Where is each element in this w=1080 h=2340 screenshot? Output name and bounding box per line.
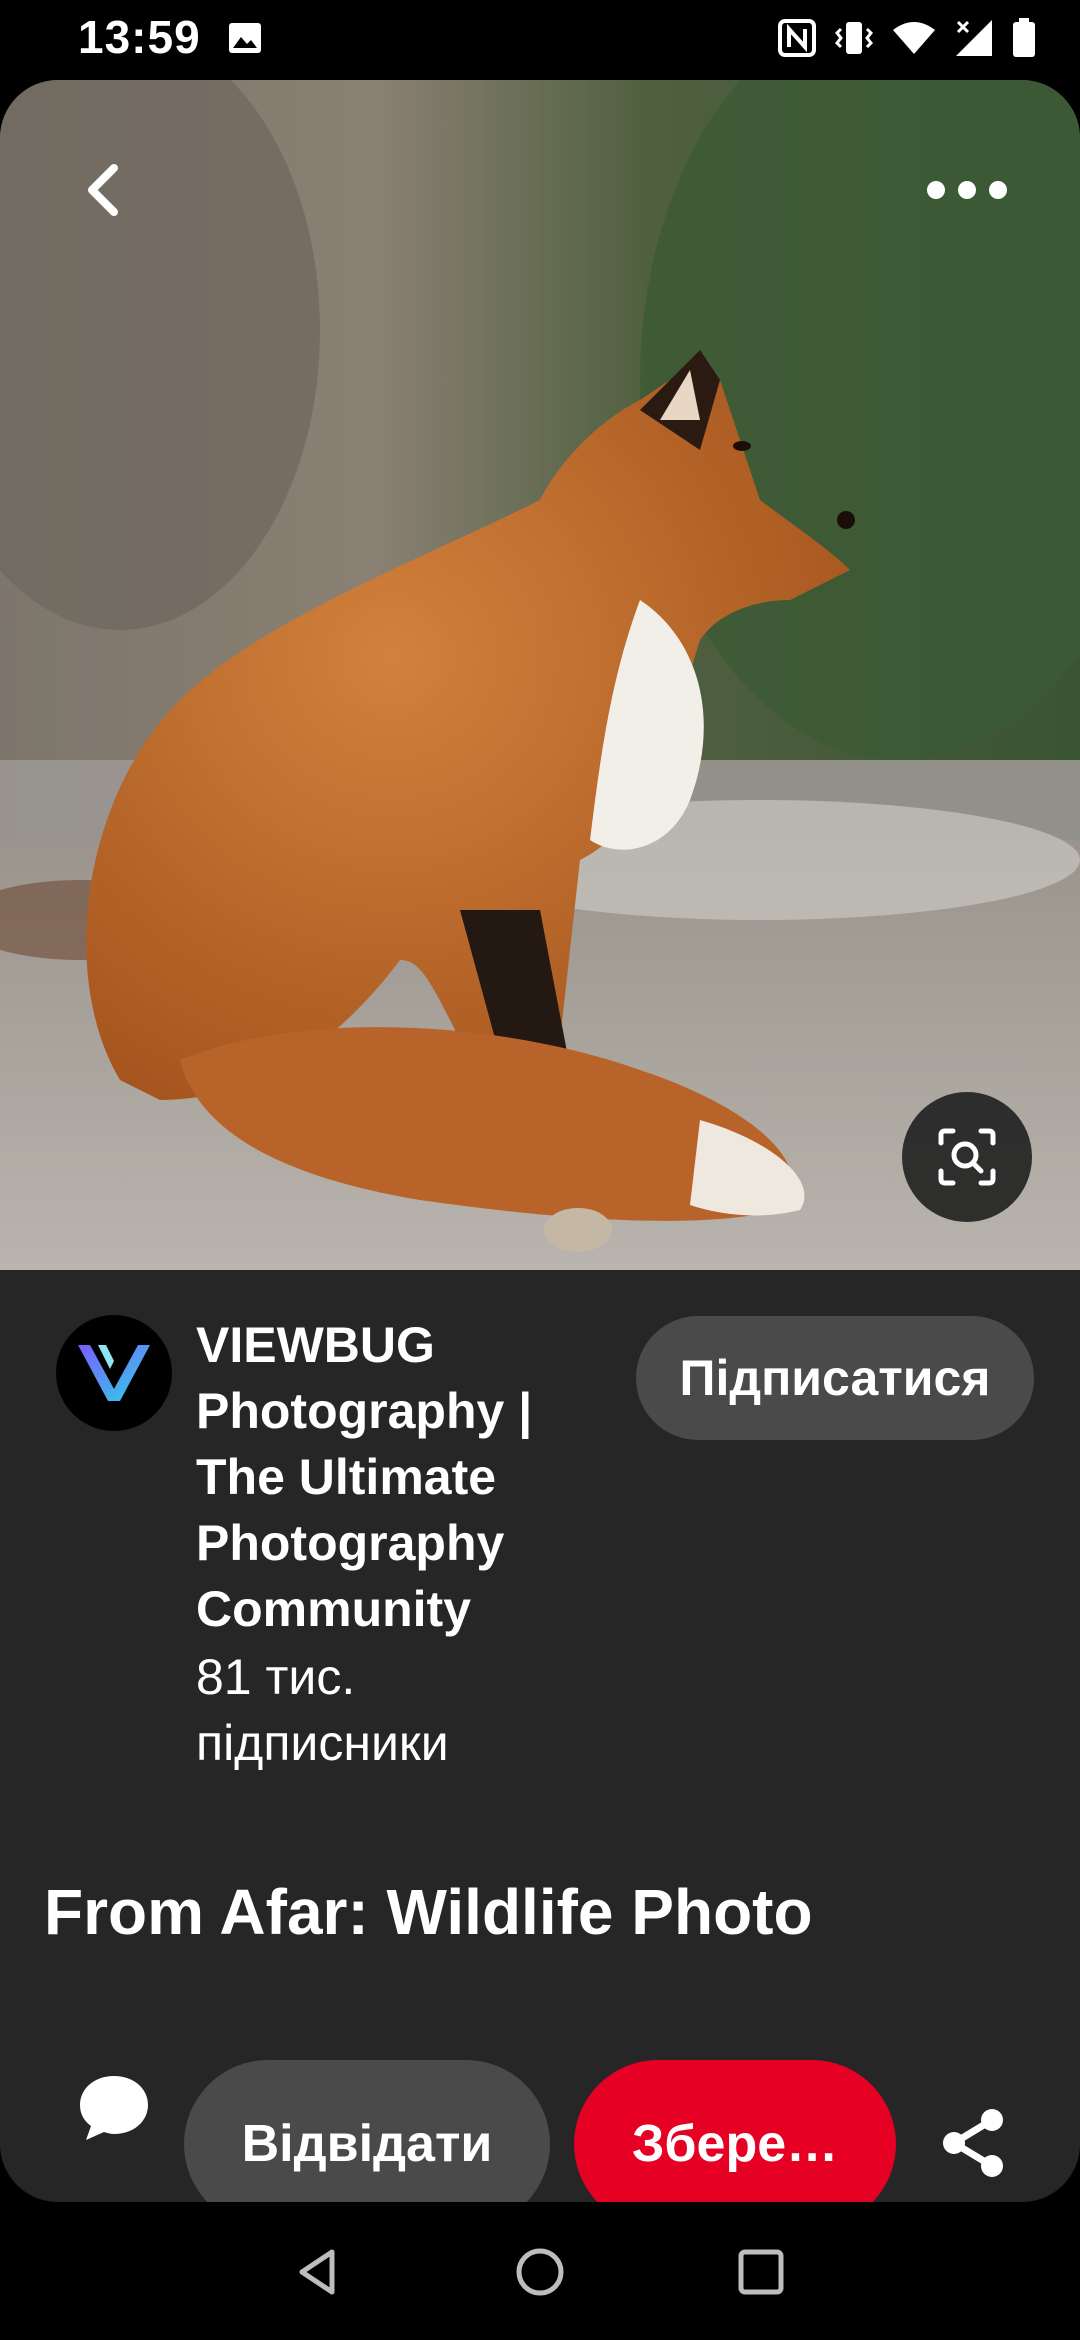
follow-button[interactable]: Підписатися [636, 1316, 1034, 1440]
signal-icon [956, 20, 992, 56]
status-bar: 13:59 [0, 0, 1080, 78]
comment-icon[interactable] [74, 2068, 154, 2148]
navigation-bar [0, 2202, 1080, 2340]
vibrate-icon [834, 22, 874, 54]
pin-title: From Afar: Wildlife Photo [44, 1876, 813, 1948]
visual-search-button[interactable] [902, 1092, 1032, 1222]
nav-back-icon[interactable] [290, 2242, 350, 2302]
creator-followers: 81 тис. підписники [196, 1649, 449, 1771]
battery-icon [1013, 18, 1035, 57]
status-time: 13:59 [78, 11, 201, 63]
visual-search-icon [938, 1128, 996, 1186]
back-arrow-icon[interactable] [66, 150, 146, 230]
nav-home-icon[interactable] [514, 2242, 566, 2302]
save-button[interactable]: Збере… [574, 2060, 896, 2202]
creator-name[interactable]: VIEWBUG Photography | The Ultimate Photo… [196, 1312, 596, 1642]
pin-image[interactable] [0, 80, 1080, 1270]
gallery-icon [229, 23, 261, 53]
nav-recents-icon[interactable] [736, 2242, 786, 2302]
creator-avatar[interactable] [56, 1315, 172, 1431]
viewbug-logo-icon [78, 1345, 150, 1401]
wifi-icon [893, 22, 935, 54]
share-icon[interactable] [936, 2106, 1010, 2180]
nfc-icon [778, 19, 816, 57]
pin-card: VIEWBUG Photography | The Ultimate Photo… [0, 80, 1080, 2202]
more-options-icon[interactable] [920, 160, 1014, 220]
visit-button[interactable]: Відвідати [184, 2060, 550, 2202]
